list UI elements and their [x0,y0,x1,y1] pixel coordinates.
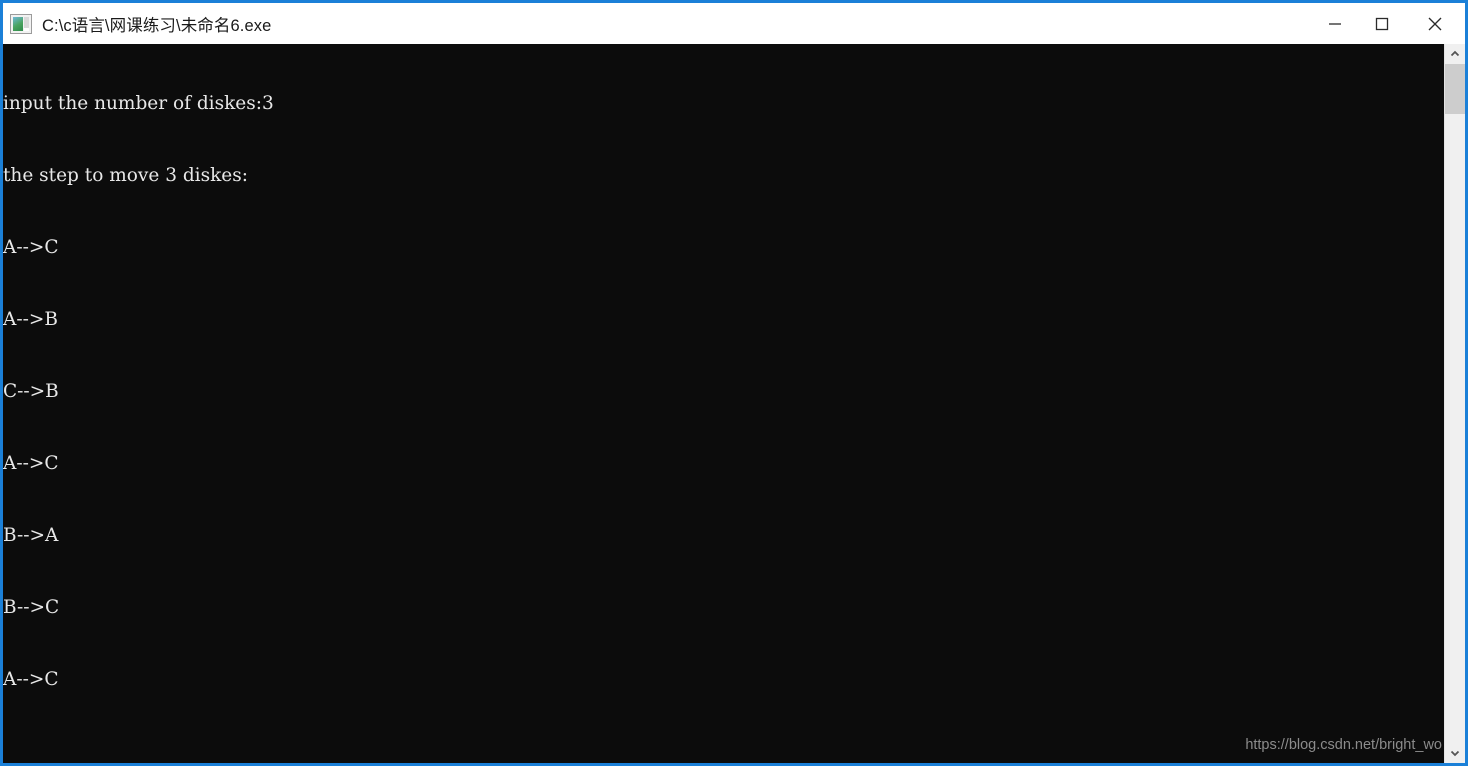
minimize-button[interactable] [1311,3,1358,44]
watermark-text: https://blog.csdn.net/bright_wo [1245,737,1442,753]
console-line: A-->B [3,309,58,330]
scroll-up-button[interactable] [1445,44,1465,64]
scrollbar-thumb[interactable] [1445,64,1465,114]
minimize-icon [1328,22,1341,25]
console-text-block: input the number of diskes:3 the step to… [3,44,517,763]
console-output-area[interactable]: input the number of diskes:3 the step to… [3,44,1444,763]
console-line: input the number of diskes:3 [3,93,274,114]
console-line: the step to move 3 diskes: [3,165,248,186]
app-icon-bar-lower [24,27,29,31]
vertical-scrollbar[interactable] [1444,44,1465,763]
window-controls [1311,3,1465,44]
console-line: B-->A [3,525,59,546]
title-bar[interactable]: C:\c语言\网课练习\未命名6.exe [3,3,1465,44]
maximize-button[interactable] [1358,3,1405,44]
app-icon-gradient [13,16,23,31]
scrollbar-track[interactable] [1445,64,1465,743]
console-line-blank [3,740,517,763]
window-title: C:\c语言\网课练习\未命名6.exe [42,16,272,35]
close-button[interactable] [1405,3,1465,44]
scroll-down-button[interactable] [1445,743,1465,763]
console-line: B-->C [3,597,60,618]
console-line: A-->C [3,453,59,474]
chevron-down-icon [1450,750,1460,757]
maximize-icon [1375,17,1388,30]
console-line: A-->C [3,237,59,258]
console-window: C:\c语言\网课练习\未命名6.exe input the number of… [0,0,1468,766]
title-bar-left: C:\c语言\网课练习\未命名6.exe [3,12,1311,36]
close-icon [1428,17,1442,30]
console-app-icon [10,13,32,34]
console-line: A-->C [3,669,59,690]
chevron-up-icon [1450,50,1460,57]
console-line: C-->B [3,381,59,402]
window-body: input the number of diskes:3 the step to… [3,44,1465,763]
